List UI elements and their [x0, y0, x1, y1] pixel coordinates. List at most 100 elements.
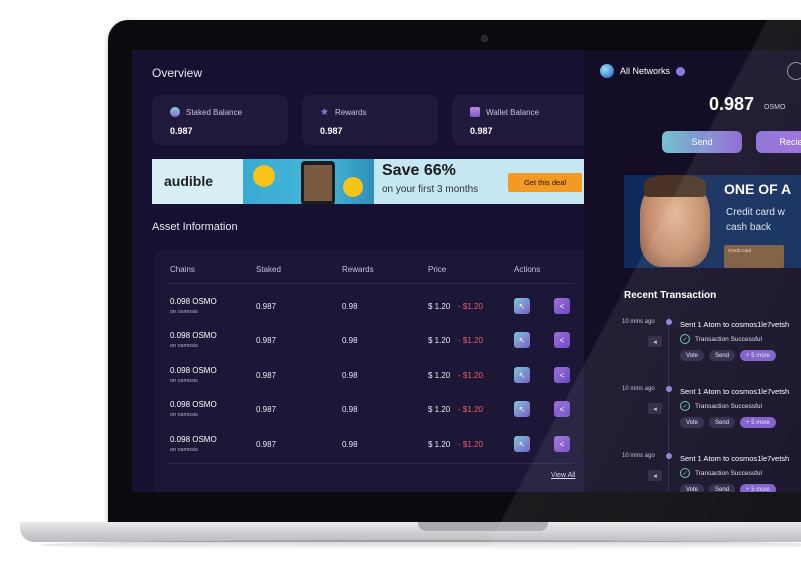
- stake-action-button[interactable]: ↖: [514, 298, 530, 314]
- ad-brand-area: audible: [152, 159, 243, 204]
- tag-more[interactable]: + 5 more: [740, 350, 776, 361]
- rewards-card[interactable]: ★ Rewards 0.987: [302, 95, 438, 145]
- tx-description: Sent 1 Atom to cosmos1le7vetsh: [680, 320, 790, 329]
- timeline-dot: [666, 386, 672, 392]
- laptop-mockup: Overview Staked Balance 0.987 ★ Rewards …: [0, 0, 801, 581]
- wallet-balance-card[interactable]: Wallet Balance 0.987: [452, 95, 588, 145]
- share-action-button[interactable]: <: [554, 367, 570, 383]
- tx-tags: Vote Send + 5 more: [680, 350, 776, 361]
- staked-value: 0.987: [256, 440, 277, 449]
- tag-send[interactable]: Send: [709, 484, 736, 492]
- camera-dot: [481, 35, 488, 42]
- ad-subline: on your first 3 months: [382, 184, 479, 195]
- tx-time: 10 mins ago: [622, 453, 655, 459]
- ad-image: [243, 159, 374, 204]
- tx-status: ✓ Transaction Successful: [680, 334, 762, 344]
- card-label: Staked Balance: [186, 107, 243, 117]
- chain-network: on osmosis: [170, 447, 198, 453]
- chain-network: on osmosis: [170, 343, 198, 349]
- transaction-item[interactable]: 10 mins ago ◂ Sent 1 Atom to cosmos1le7v…: [622, 385, 801, 445]
- card-label: Wallet Balance: [486, 107, 540, 117]
- chain-amount: 0.098 OSMO: [170, 400, 217, 409]
- tag-vote[interactable]: Vote: [680, 350, 705, 361]
- dashboard-panel: Overview Staked Balance 0.987 ★ Rewards …: [132, 50, 589, 492]
- footer-divider: [168, 463, 574, 464]
- chain-network: on osmosis: [170, 378, 198, 384]
- chain-network: on osmosis: [170, 309, 198, 315]
- avatar[interactable]: [787, 62, 801, 80]
- share-action-button[interactable]: <: [554, 332, 570, 348]
- recent-transaction-title: Recent Transaction: [624, 290, 717, 301]
- tx-tags: Vote Send + 5 more: [680, 484, 776, 492]
- app-screen: Overview Staked Balance 0.987 ★ Rewards …: [132, 50, 801, 492]
- stake-action-button[interactable]: ↖: [514, 332, 530, 348]
- send-button[interactable]: Send: [662, 131, 742, 153]
- credit-card-ad[interactable]: ONE OF A Credit card w cash back Credit …: [624, 175, 801, 268]
- header-divider: [168, 283, 574, 284]
- chain-network: on osmosis: [170, 412, 198, 418]
- price-value: $ 1.20: [428, 405, 451, 414]
- check-circle-icon: ✓: [680, 401, 690, 411]
- price-value: $ 1.20: [428, 302, 451, 311]
- laptop-shadow: [40, 540, 801, 550]
- share-action-button[interactable]: <: [554, 436, 570, 452]
- audible-ad-banner[interactable]: audible Save 66% on your first 3 months …: [152, 159, 589, 204]
- price-change: - $1.20: [458, 302, 483, 311]
- col-header: Rewards: [342, 265, 374, 274]
- tag-more[interactable]: + 5 more: [740, 417, 776, 428]
- col-header: Chains: [170, 265, 195, 274]
- stake-action-button[interactable]: ↖: [514, 367, 530, 383]
- tag-send[interactable]: Send: [709, 350, 736, 361]
- get-deal-button[interactable]: Get this deal: [508, 173, 582, 192]
- table-row: 0.098 OSMO on osmosis 0.987 0.98 $ 1.20 …: [154, 361, 588, 395]
- tx-tags: Vote Send + 5 more: [680, 417, 776, 428]
- staked-value: 0.987: [256, 371, 277, 380]
- chain-amount: 0.098 OSMO: [170, 297, 217, 306]
- arrow-left-icon: ◂: [648, 470, 662, 481]
- decor-circle: [343, 177, 363, 197]
- share-action-button[interactable]: <: [554, 401, 570, 417]
- tag-send[interactable]: Send: [709, 417, 736, 428]
- col-header: Price: [428, 265, 447, 274]
- stake-action-button[interactable]: ↖: [514, 401, 530, 417]
- chain-amount: 0.098 OSMO: [170, 435, 217, 444]
- tag-vote[interactable]: Vote: [680, 417, 705, 428]
- tx-status-text: Transaction Successful: [695, 402, 762, 410]
- rewards-value: 0.98: [342, 336, 358, 345]
- tx-status-text: Transaction Successful: [695, 335, 762, 343]
- staked-value: 0.987: [256, 302, 277, 311]
- ad-headline: ONE OF A: [724, 181, 792, 197]
- asset-table: Chains Staked Rewards Price Actions 0.09…: [154, 250, 588, 492]
- staked-balance-card[interactable]: Staked Balance 0.987: [152, 95, 288, 145]
- transaction-item[interactable]: 10 mins ago ◂ Sent 1 Atom to cosmos1le7v…: [622, 452, 801, 492]
- stake-action-button[interactable]: ↖: [514, 436, 530, 452]
- tx-status: ✓ Transaction Successful: [680, 401, 762, 411]
- ad-headline: Save 66%: [382, 162, 456, 179]
- laptop-notch: [418, 522, 548, 531]
- transaction-item[interactable]: 10 mins ago ◂ Sent 1 Atom to cosmos1le7v…: [622, 318, 801, 378]
- view-all-link[interactable]: View All: [551, 472, 575, 479]
- receive-button[interactable]: Recie: [756, 131, 801, 153]
- network-label: All Networks: [620, 66, 671, 76]
- tx-description: Sent 1 Atom to cosmos1le7vetsh: [680, 454, 790, 463]
- card-value: 0.987: [170, 126, 193, 136]
- tx-time: 10 mins ago: [622, 319, 655, 325]
- share-action-button[interactable]: <: [554, 298, 570, 314]
- wallet-balance: 0.987: [709, 94, 755, 114]
- phone-image: [301, 161, 335, 204]
- phone-screen: [304, 165, 332, 201]
- chain-amount: 0.098 OSMO: [170, 331, 217, 340]
- audible-logo: audible: [164, 173, 214, 189]
- tag-vote[interactable]: Vote: [680, 484, 705, 492]
- arrow-left-icon: ◂: [648, 336, 662, 347]
- network-selector[interactable]: All Networks: [600, 64, 686, 78]
- price-value: $ 1.20: [428, 440, 451, 449]
- tx-description: Sent 1 Atom to cosmos1le7vetsh: [680, 387, 790, 396]
- ad-line: cash back: [726, 222, 772, 233]
- balance-unit: OSMO: [764, 104, 786, 111]
- decor-circle: [253, 165, 275, 187]
- tag-more[interactable]: + 5 more: [740, 484, 776, 492]
- wallet-panel: All Networks 0.987 OSMO Send Recie ONE O…: [584, 50, 801, 492]
- col-header: Staked: [256, 265, 281, 274]
- stack-coins-icon: [170, 107, 180, 117]
